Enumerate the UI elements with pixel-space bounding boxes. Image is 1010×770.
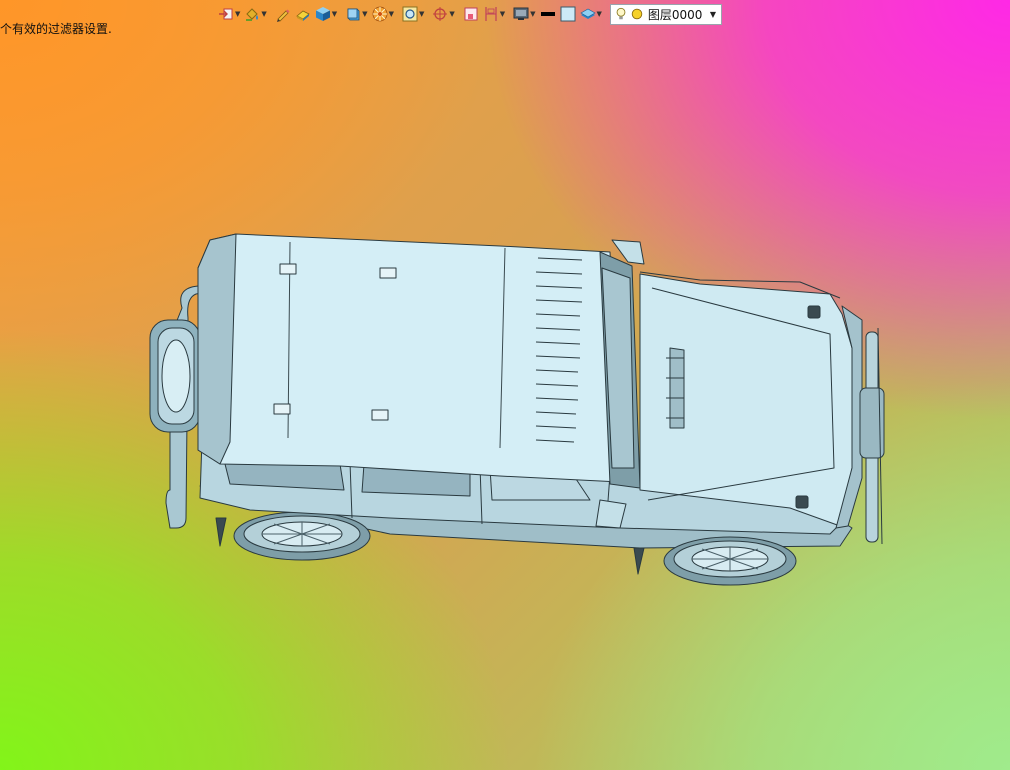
layer-select-value: 图层0000 (647, 7, 703, 22)
front-wheel (663, 536, 797, 586)
move-object-button[interactable]: ▼ (216, 3, 242, 25)
suv-3d-model[interactable] (140, 228, 900, 588)
zoom-fit-button[interactable]: ▼ (400, 3, 426, 25)
pencil-icon (276, 9, 290, 22)
standard-views-button[interactable]: ▼ (343, 3, 369, 25)
layer-stack-icon (579, 8, 596, 19)
shaded-view-button[interactable]: ▼ (313, 3, 339, 25)
clip-plane-button[interactable]: ▼ (481, 3, 507, 25)
zoom-fit-icon (402, 6, 418, 22)
fill-color-icon (560, 6, 576, 22)
spare-tire (149, 319, 201, 433)
mirror-bottom (595, 499, 627, 529)
line-color-button[interactable] (538, 3, 558, 25)
eraser-button[interactable] (293, 3, 313, 25)
cube-view-icon (347, 8, 360, 21)
status-message: 个有效的过滤器设置. (0, 22, 112, 36)
roof (197, 233, 621, 483)
render-mode-button[interactable]: ▼ (370, 3, 396, 25)
rotate-button[interactable]: ▼ (430, 3, 456, 25)
section-view-button[interactable] (461, 3, 481, 25)
rear-roof-face (197, 233, 237, 465)
eraser-icon (296, 10, 310, 21)
pencil-button[interactable] (273, 3, 293, 25)
cube-shaded-icon (315, 7, 330, 21)
layer-button[interactable]: ▼ (578, 3, 604, 25)
rotate-icon (433, 7, 448, 21)
layer-select[interactable]: 图层0000 ▼ (609, 3, 722, 25)
paint-bucket-button[interactable]: ▼ (242, 3, 268, 25)
clip-plane-icon (485, 7, 497, 21)
lightbulb-icon (616, 7, 626, 20)
monitor-display-icon (513, 7, 529, 20)
section-view-icon (464, 7, 478, 21)
paint-bucket-icon (246, 8, 259, 21)
display-settings-button[interactable]: ▼ (511, 3, 537, 25)
chevron-down-icon: ▼ (709, 9, 716, 19)
front-winch (859, 327, 885, 545)
view-toolbar: ▼ ▼ ▼ ▼ ▼ ▼ ▼ ▼ ▼ ▼ 图层0000 ▼ (216, 2, 722, 26)
graphics-viewport[interactable]: 个有效的过滤器设置. ▼ ▼ ▼ ▼ ▼ ▼ ▼ ▼ ▼ ▼ 图层0000 ▼ (0, 0, 1010, 770)
color-wheel-icon (372, 6, 387, 22)
rear-wheel (233, 511, 371, 561)
hood-intake (669, 347, 685, 429)
line-color-icon (540, 12, 555, 16)
move-object-icon (219, 8, 233, 20)
fill-color-button[interactable] (558, 3, 578, 25)
layer-status-icon (631, 8, 643, 20)
